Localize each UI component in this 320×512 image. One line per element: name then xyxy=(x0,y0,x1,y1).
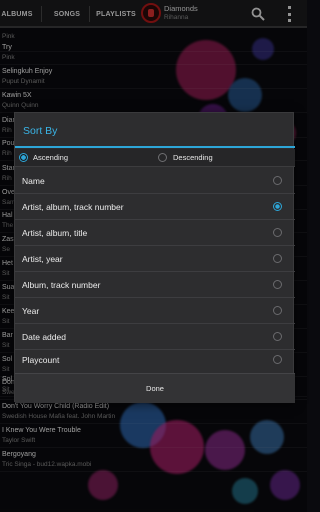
descending-radio[interactable] xyxy=(158,153,167,162)
option-radio[interactable] xyxy=(273,176,282,185)
option-label: Year xyxy=(22,306,40,316)
sort-option-artist-year[interactable]: Artist, year xyxy=(15,246,295,272)
ascending-radio[interactable] xyxy=(19,153,28,162)
sort-option-artist-album-title[interactable]: Artist, album, title xyxy=(15,220,295,246)
option-label: Playcount xyxy=(22,355,60,365)
option-radio[interactable] xyxy=(273,306,282,315)
option-radio[interactable] xyxy=(273,228,282,237)
option-label: Artist, year xyxy=(22,254,63,264)
sort-by-dialog: Sort By Ascending Descending Name Artist… xyxy=(14,112,295,403)
sort-option-year[interactable]: Year xyxy=(15,298,295,324)
dialog-title: Sort By xyxy=(23,125,58,137)
option-label: Album, track number xyxy=(22,280,101,290)
option-radio[interactable] xyxy=(273,332,282,341)
option-label: Date added xyxy=(22,332,66,342)
option-label: Artist, album, track number xyxy=(22,202,124,212)
sort-option-artist-album-track[interactable]: Artist, album, track number xyxy=(15,194,295,220)
option-label: Artist, album, title xyxy=(22,228,88,238)
option-radio[interactable] xyxy=(273,355,282,364)
dialog-button-bar: Done xyxy=(15,373,295,403)
done-button[interactable]: Done xyxy=(15,374,295,403)
dialog-title-divider xyxy=(15,146,295,148)
option-label: Name xyxy=(22,176,45,186)
descending-label[interactable]: Descending xyxy=(173,153,213,162)
sort-option-album-track[interactable]: Album, track number xyxy=(15,272,295,298)
option-radio-selected[interactable] xyxy=(273,202,282,211)
sort-option-name[interactable]: Name xyxy=(15,168,295,194)
ascending-label[interactable]: Ascending xyxy=(33,153,68,162)
sort-order-row: Ascending Descending xyxy=(15,149,295,167)
option-radio[interactable] xyxy=(273,280,282,289)
sort-option-playcount[interactable]: Playcount xyxy=(15,347,295,373)
option-radio[interactable] xyxy=(273,254,282,263)
